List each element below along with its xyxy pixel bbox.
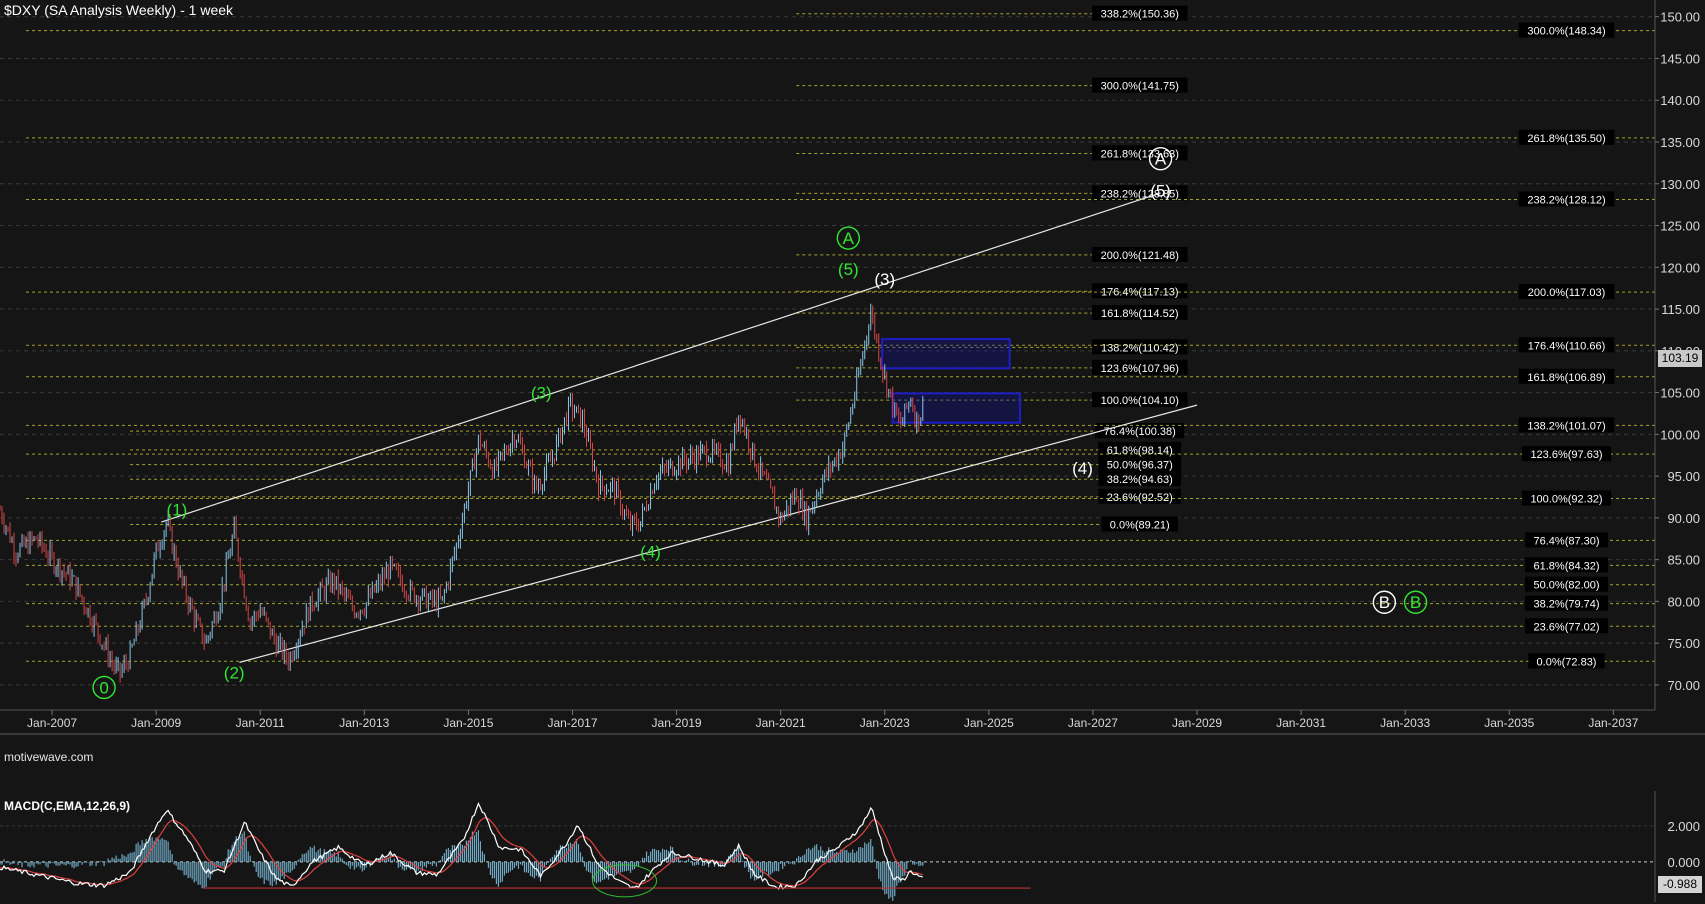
macd-label: MACD(C,EMA,12,26,9): [4, 799, 131, 813]
chart-title: $DXY (SA Analysis Weekly) - 1 week: [4, 2, 234, 18]
price-axis-label: 125.00: [1660, 219, 1700, 234]
fib-label-right: 38.2%(79.74): [1534, 599, 1600, 611]
fib-label-center: 50.0%(96.37): [1107, 460, 1173, 472]
wave-label: 0: [99, 678, 108, 697]
fib-label-center: 200.0%(121.48): [1101, 250, 1179, 262]
wave-label: (5): [838, 260, 859, 279]
time-axis-label: Jan-2019: [652, 716, 702, 730]
fib-label-center: 38.2%(94.63): [1107, 474, 1173, 486]
fib-label-center: 161.8%(114.52): [1101, 308, 1178, 320]
time-axis-label: Jan-2023: [860, 716, 910, 730]
watermark: motivewave.com: [4, 750, 94, 764]
price-axis-label: 85.00: [1667, 553, 1700, 568]
wave-label: (4): [640, 542, 661, 561]
fib-label-right: 123.6%(97.63): [1530, 449, 1602, 461]
fib-label-right: 161.8%(106.89): [1527, 372, 1605, 384]
wave-label: A: [843, 229, 855, 248]
price-axis-label: 75.00: [1667, 636, 1700, 651]
time-axis-label: Jan-2033: [1380, 716, 1430, 730]
fib-label-right: 76.4%(87.30): [1534, 535, 1600, 547]
price-axis-label: 90.00: [1667, 511, 1700, 526]
wave-label: (2): [224, 663, 245, 682]
wave-label: (1): [167, 501, 188, 520]
price-axis-label: 140.00: [1660, 93, 1700, 108]
macd-axis-label: 0.000: [1667, 855, 1700, 870]
fib-label-center: 300.0%(141.75): [1101, 81, 1179, 93]
fib-label-right: 300.0%(148.34): [1527, 26, 1605, 38]
time-axis-label: Jan-2035: [1484, 716, 1534, 730]
price-axis-label: 150.00: [1660, 10, 1700, 25]
dxy-weekly-chart: 338.2%(150.36)300.0%(141.75)261.8%(133.6…: [0, 0, 1705, 904]
time-axis-label: Jan-2029: [1172, 716, 1222, 730]
fib-label-right: 176.4%(110.66): [1528, 340, 1605, 352]
fib-label-right: 138.2%(101.07): [1527, 420, 1605, 432]
macd-axis-label: 2.000: [1667, 819, 1700, 834]
time-axis-label: Jan-2025: [964, 716, 1014, 730]
time-axis-label: Jan-2009: [131, 716, 181, 730]
target-box: [881, 338, 1011, 370]
price-axis-label: 115.00: [1661, 302, 1700, 317]
fib-label-center: 100.0%(104.10): [1101, 395, 1179, 407]
fib-label-right: 100.0%(92.32): [1530, 494, 1602, 506]
wave-label: (4): [1072, 459, 1093, 478]
price-axis-label: 100.00: [1660, 427, 1700, 442]
wave-label: B: [1379, 593, 1390, 612]
time-axis-label: Jan-2007: [27, 716, 77, 730]
fib-label-center: 0.0%(89.21): [1110, 519, 1170, 531]
time-axis-label: Jan-2015: [443, 716, 493, 730]
price-axis-label: 120.00: [1660, 260, 1700, 275]
price-axis-label: 135.00: [1660, 135, 1700, 150]
wave-label: (3): [531, 384, 552, 403]
time-axis-label: Jan-2037: [1588, 716, 1638, 730]
fib-label-right: 200.0%(117.03): [1528, 287, 1605, 299]
time-axis-label: Jan-2013: [339, 716, 389, 730]
wave-label: A: [1155, 150, 1167, 169]
price-axis-label: 105.00: [1660, 386, 1700, 401]
price-axis-label: 95.00: [1667, 469, 1700, 484]
price-axis-label: 130.00: [1660, 177, 1700, 192]
fib-label-center: 23.6%(92.52): [1107, 492, 1173, 504]
macd-last-value-badge: -0.988: [1658, 876, 1702, 893]
time-axis-label: Jan-2017: [547, 716, 597, 730]
fib-label-center: 61.8%(98.14): [1107, 445, 1173, 457]
time-axis-label: Jan-2011: [236, 716, 285, 730]
fib-label-right: 23.6%(77.02): [1534, 621, 1600, 633]
chart-background: [0, 0, 1705, 904]
time-axis-label: Jan-2031: [1276, 716, 1326, 730]
wave-label: (3): [874, 270, 895, 289]
fib-label-right: 0.0%(72.83): [1537, 656, 1597, 668]
last-price-badge: 103.19: [1658, 350, 1702, 367]
fib-label-center: 338.2%(150.36): [1101, 9, 1179, 21]
wave-label: (5): [1150, 181, 1171, 200]
target-box: [891, 392, 1022, 424]
fib-label-right: 261.8%(135.50): [1527, 133, 1605, 145]
time-axis-label: Jan-2027: [1068, 716, 1118, 730]
fib-label-right: 61.8%(84.32): [1534, 560, 1600, 572]
fib-label-center: 76.4%(100.38): [1104, 426, 1176, 438]
fib-label-right: 238.2%(128.12): [1527, 194, 1605, 206]
fib-label-center: 138.2%(110.42): [1101, 342, 1178, 354]
price-axis-label: 70.00: [1667, 678, 1700, 693]
price-axis-label: 80.00: [1667, 594, 1700, 609]
wave-label: B: [1410, 593, 1421, 612]
price-axis-label: 145.00: [1660, 51, 1700, 66]
fib-label-right: 50.0%(82.00): [1534, 580, 1600, 592]
fib-label-center: 123.6%(107.96): [1101, 363, 1179, 375]
time-axis-label: Jan-2021: [756, 716, 806, 730]
